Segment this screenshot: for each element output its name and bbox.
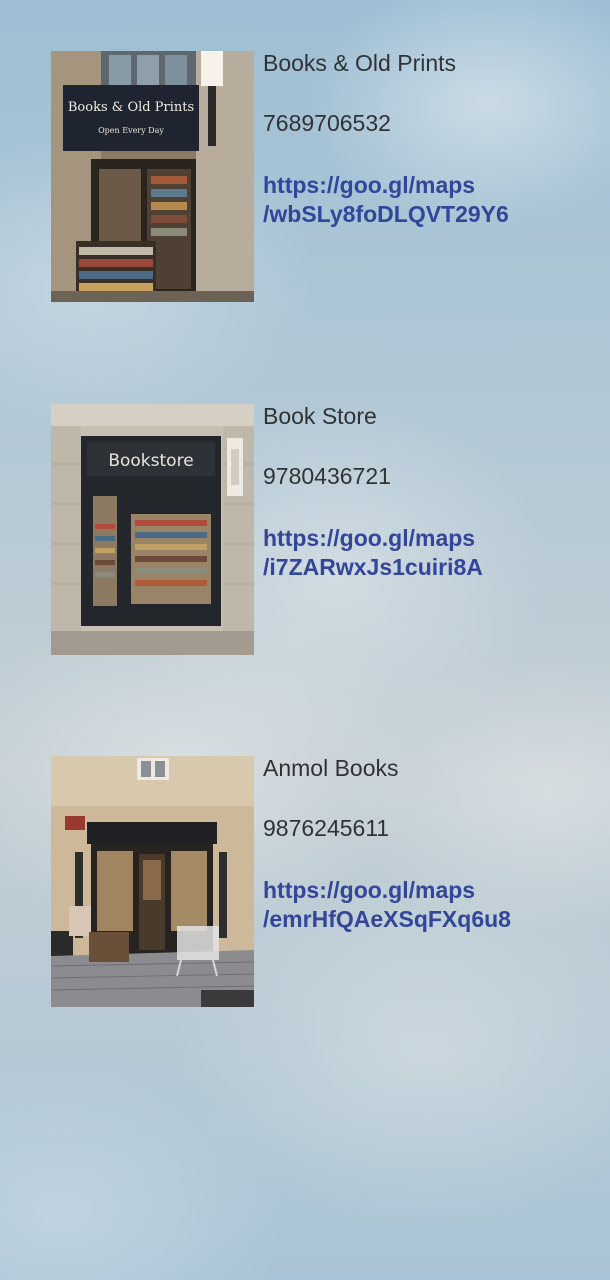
shop-map-link[interactable]: https://goo.gl/maps /emrHfQAeXSqFXq6u8 (263, 876, 511, 934)
shop-photo (51, 756, 254, 1007)
shop-photo: Books & Old Prints Open Every Day (51, 51, 254, 302)
shop-map-link[interactable]: https://goo.gl/maps /i7ZARwxJs1cuiri8A (263, 524, 483, 582)
shop-name: Anmol Books (263, 755, 399, 781)
shop-card-books-old-prints: Books & Old Prints Open Every Day Books … (51, 51, 591, 303)
shop-photo: Bookstore (51, 404, 254, 655)
shop-map-link-line2[interactable]: /wbSLy8foDLQVT29Y6 (263, 200, 509, 229)
shop-map-link-line1[interactable]: https://goo.gl/maps (263, 171, 509, 200)
shop-card-anmol-books: Anmol Books 9876245611 https://goo.gl/ma… (51, 756, 591, 1008)
shop-map-link-line2[interactable]: /i7ZARwxJs1cuiri8A (263, 553, 483, 582)
shop-photo-sign-title: Bookstore (108, 451, 193, 471)
shop-photo-sign-title: Books & Old Prints (68, 100, 194, 115)
shop-phone[interactable]: 9780436721 (263, 464, 391, 488)
shop-phone[interactable]: 7689706532 (263, 111, 391, 135)
shop-map-link-line1[interactable]: https://goo.gl/maps (263, 876, 511, 905)
shop-name: Book Store (263, 403, 377, 429)
shop-map-link[interactable]: https://goo.gl/maps /wbSLy8foDLQVT29Y6 (263, 171, 509, 229)
shop-map-link-line1[interactable]: https://goo.gl/maps (263, 524, 483, 553)
shop-card-book-store: Bookstore Book Store 9780436721 https://… (51, 404, 591, 656)
shop-name: Books & Old Prints (263, 50, 457, 76)
shop-phone[interactable]: 9876245611 (263, 816, 389, 840)
shop-photo-sign-subtitle: Open Every Day (98, 126, 164, 135)
shop-map-link-line2[interactable]: /emrHfQAeXSqFXq6u8 (263, 905, 511, 934)
